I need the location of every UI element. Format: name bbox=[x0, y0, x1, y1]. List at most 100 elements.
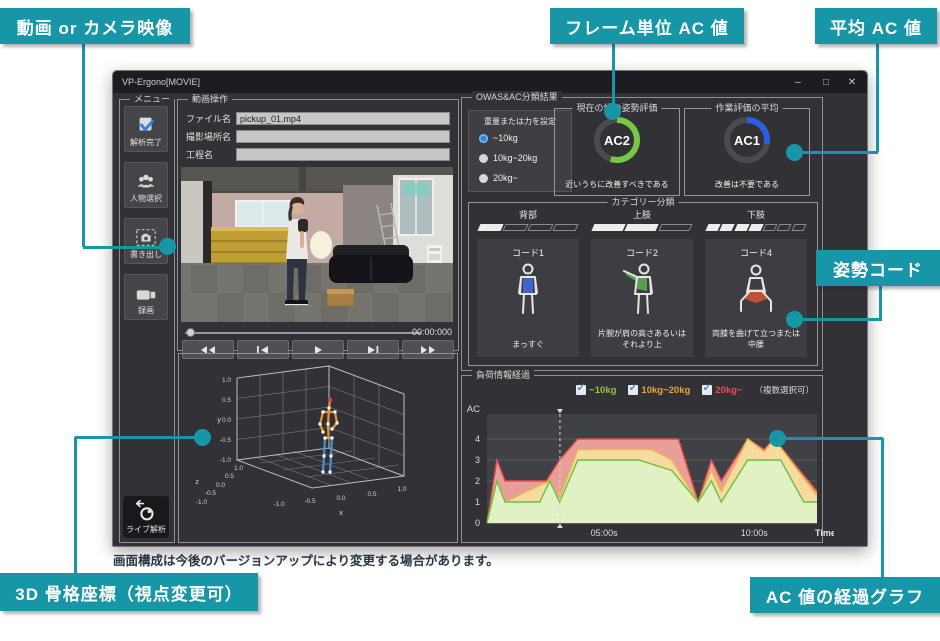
live-analysis-button[interactable]: ライブ解析 bbox=[123, 496, 169, 538]
legend-over20[interactable]: ✓ 20kg~ bbox=[702, 385, 742, 396]
video-operation-group: 動画操作 ファイル名 撮影場所名 工程名 bbox=[177, 99, 459, 351]
callout-label: AC 値の経過グラフ bbox=[766, 583, 924, 608]
load-graph-group: 負荷情報経過 ✓ ~10kg ✓ 10kg~20kg ✓ 20kg~ （複数選択… bbox=[461, 375, 823, 543]
video-frame bbox=[181, 167, 453, 322]
current-posture-panel: 現在の体の姿勢評価 AC2 近いうちに改善すべきである bbox=[554, 108, 680, 196]
svg-text:4: 4 bbox=[475, 434, 480, 444]
code-segment bbox=[777, 224, 792, 231]
window-title: VP-Ergono[MOVIE] bbox=[122, 77, 200, 87]
posture-card-lower: コード4 両膝を曲げて立つまたは中腰 bbox=[705, 239, 807, 357]
code-segments-upper bbox=[593, 224, 691, 231]
analysis-complete-icon bbox=[135, 113, 157, 137]
code-segment bbox=[748, 224, 763, 231]
code-segment bbox=[477, 224, 503, 231]
graph-legend: ✓ ~10kg ✓ 10kg~20kg ✓ 20kg~ （複数選択可） bbox=[576, 384, 814, 396]
category-column-lower: 下肢 コード4 両膝を曲げて立 bbox=[705, 203, 807, 365]
callout-label: 動画 or カメラ映像 bbox=[17, 14, 173, 39]
owas-result-label: OWAS&AC分類結果 bbox=[472, 91, 562, 104]
menu-group: メニュー 解析完了 人物選択 bbox=[119, 99, 175, 543]
posture-figure-knees-bent bbox=[733, 261, 779, 319]
svg-text:1.0: 1.0 bbox=[222, 377, 231, 384]
radio-icon bbox=[479, 174, 488, 183]
code-label: コード4 bbox=[705, 246, 807, 259]
check-icon: ✓ bbox=[702, 380, 712, 394]
category-column-back: 背部 コード1 まっすぐ bbox=[477, 203, 579, 365]
weight-option-over20[interactable]: 20kg~ bbox=[479, 172, 518, 184]
maximize-button[interactable]: □ bbox=[813, 71, 839, 93]
load-graph-label: 負荷情報経過 bbox=[472, 369, 534, 382]
svg-text:10:00s: 10:00s bbox=[741, 528, 769, 538]
ac-history-chart[interactable]: 01234AC05:00s10:00sTime bbox=[454, 398, 834, 538]
callout-dot bbox=[194, 429, 211, 446]
callout-label: 平均 AC 値 bbox=[830, 14, 922, 39]
code-segment bbox=[552, 224, 578, 231]
svg-text:0.5: 0.5 bbox=[222, 397, 231, 404]
svg-text:z: z bbox=[195, 477, 199, 486]
current-ac-value: AC2 bbox=[590, 113, 644, 167]
menu-button-analysis-complete[interactable]: 解析完了 bbox=[124, 106, 168, 152]
svg-text:0.0: 0.0 bbox=[222, 417, 231, 424]
code-segment bbox=[658, 224, 692, 231]
process-field[interactable] bbox=[236, 148, 450, 161]
process-label: 工程名 bbox=[186, 148, 236, 161]
svg-text:0.0: 0.0 bbox=[216, 482, 225, 489]
posture-caption: まっすぐ bbox=[477, 340, 579, 351]
callout-label: フレーム単位 AC 値 bbox=[565, 14, 729, 39]
callout-label: 姿勢コード bbox=[833, 256, 923, 281]
svg-text:-0.5: -0.5 bbox=[304, 498, 316, 505]
average-ac-value: AC1 bbox=[720, 113, 774, 167]
radio-icon bbox=[479, 134, 488, 143]
filename-field[interactable] bbox=[236, 112, 450, 125]
legend-label: 20kg~ bbox=[715, 385, 742, 396]
seek-bar[interactable] bbox=[185, 332, 421, 334]
title-bar[interactable]: VP-Ergono[MOVIE] – □ ✕ bbox=[113, 71, 867, 93]
svg-text:3: 3 bbox=[475, 455, 480, 465]
svg-text:0.5: 0.5 bbox=[225, 473, 234, 480]
timecode: 00:00:000 bbox=[412, 327, 452, 337]
radio-label: 20kg~ bbox=[493, 173, 518, 183]
current-ac-caption: 近いうちに改善すべきである bbox=[555, 179, 679, 190]
checkbox-icon: ✓ bbox=[628, 385, 638, 395]
skeleton-3d-panel[interactable]: 1.00.50.0-0.5-1.01.00.50.0-0.5-1.0-1.0-0… bbox=[178, 353, 458, 543]
callout-posture-code: 姿勢コード bbox=[816, 250, 940, 286]
checkbox-icon: ✓ bbox=[702, 385, 712, 395]
app-window: VP-Ergono[MOVIE] – □ ✕ メニュー 解析完了 bbox=[112, 70, 868, 547]
svg-text:1: 1 bbox=[475, 497, 480, 507]
callout-line bbox=[795, 318, 881, 321]
posture-caption: 片腕が肩の高さあるいはそれより上 bbox=[591, 329, 693, 351]
posture-figure-arm-raised bbox=[620, 261, 664, 319]
3d-skeleton-plot[interactable]: 1.00.50.0-0.5-1.01.00.50.0-0.5-1.0-1.0-0… bbox=[179, 354, 455, 540]
svg-text:-1.0: -1.0 bbox=[273, 501, 285, 508]
legend-label: 10kg~20kg bbox=[641, 385, 690, 396]
menu-button-record[interactable]: 録画 bbox=[124, 274, 168, 320]
callout-line bbox=[75, 436, 203, 439]
legend-note: （複数選択可） bbox=[754, 384, 814, 396]
menu-item-label: 録画 bbox=[138, 305, 154, 316]
callout-label: 3D 骨格座標（視点変更可） bbox=[15, 580, 242, 605]
weight-option-under10[interactable]: ~10kg bbox=[479, 132, 518, 144]
seek-handle[interactable] bbox=[186, 328, 195, 337]
code-segment bbox=[527, 224, 553, 231]
callout-line bbox=[795, 151, 878, 154]
posture-card-back: コード1 まっすぐ bbox=[477, 239, 579, 357]
svg-text:05:00s: 05:00s bbox=[591, 528, 619, 538]
live-analysis-label: ライブ解析 bbox=[126, 524, 166, 535]
callout-dot bbox=[769, 430, 786, 447]
close-button[interactable]: ✕ bbox=[839, 71, 865, 93]
code-segment bbox=[502, 224, 528, 231]
legend-10to20[interactable]: ✓ 10kg~20kg bbox=[628, 385, 690, 396]
person-select-icon bbox=[135, 171, 157, 193]
current-ac-gauge: AC2 bbox=[590, 113, 644, 167]
weight-option-10to20[interactable]: 10kg~20kg bbox=[479, 152, 537, 164]
svg-text:y: y bbox=[217, 415, 221, 424]
menu-button-person-select[interactable]: 人物選択 bbox=[124, 162, 168, 208]
location-field[interactable] bbox=[236, 130, 450, 143]
minimize-button[interactable]: – bbox=[785, 71, 811, 93]
code-segment bbox=[591, 224, 625, 231]
average-ac-caption: 改善は不要である bbox=[685, 179, 809, 190]
checkbox-icon: ✓ bbox=[576, 385, 586, 395]
legend-under10[interactable]: ✓ ~10kg bbox=[576, 385, 616, 396]
live-analysis-icon bbox=[133, 498, 159, 524]
callout-dot bbox=[786, 311, 803, 328]
code-segment bbox=[625, 224, 659, 231]
